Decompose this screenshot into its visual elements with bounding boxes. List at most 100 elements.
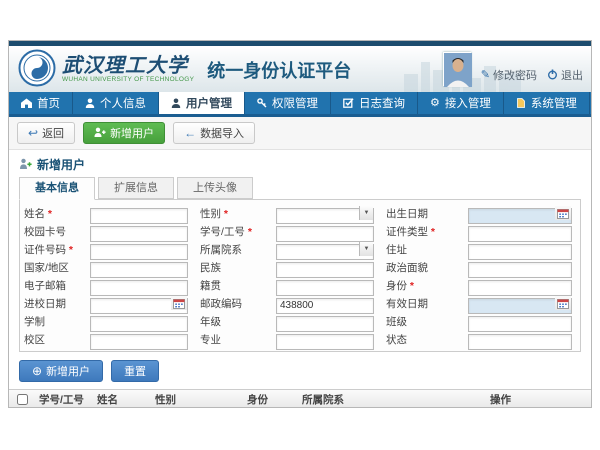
calendar-icon[interactable] <box>555 296 571 310</box>
university-logo <box>18 49 56 87</box>
add-user-icon <box>94 127 106 139</box>
field-label-id-type: 证件类型 <box>386 224 456 239</box>
column-gender: 性别 <box>151 392 243 407</box>
field-label-class: 班级 <box>386 314 456 329</box>
pencil-icon: ✎ <box>481 70 490 80</box>
calendar-icon[interactable] <box>555 206 571 220</box>
field-label-id-number: 证件号码 <box>24 242 78 257</box>
power-icon <box>547 69 558 82</box>
field-label-valid-date: 有效日期 <box>386 296 456 311</box>
results-table-header: 学号/工号 姓名 性别 身份 所属院系 操作 <box>9 389 591 408</box>
main-nav: 首页 个人信息 用户管理 权限管理 日志查询 ⚙ 接入管理 系统管理 订阅管理 <box>9 92 591 117</box>
field-label-native-place: 籍贯 <box>200 278 264 293</box>
field-label-campus-card: 校园卡号 <box>24 224 78 239</box>
document-icon <box>516 98 526 108</box>
nav-tab-home[interactable]: 首页 <box>9 92 73 114</box>
country-input[interactable] <box>90 262 188 278</box>
person-icon <box>85 98 95 108</box>
column-student-id: 学号/工号 <box>35 392 93 407</box>
column-identity: 身份 <box>243 392 298 407</box>
header: 武汉理工大学 WUHAN UNIVERSITY OF TECHNOLOGY 统一… <box>9 46 591 92</box>
back-button[interactable]: ↩ 返回 <box>17 122 75 144</box>
field-label-status: 状态 <box>386 332 456 347</box>
ethnicity-input[interactable] <box>276 262 374 278</box>
field-label-birth-date: 出生日期 <box>386 206 456 221</box>
address-input[interactable] <box>468 244 572 260</box>
chevron-down-icon[interactable]: ▼ <box>359 206 373 220</box>
field-label-political-status: 政治面貌 <box>386 260 456 275</box>
form-actions: ⊕ 新增用户 重置 <box>9 352 591 389</box>
logout-link[interactable]: 退出 <box>547 67 583 86</box>
home-icon <box>21 98 32 108</box>
grade-input[interactable] <box>276 316 374 332</box>
add-user-toolbar-button[interactable]: 新增用户 <box>83 122 165 144</box>
app-window: 武汉理工大学 WUHAN UNIVERSITY OF TECHNOLOGY 统一… <box>8 40 592 408</box>
import-arrow-icon: ← <box>184 128 196 139</box>
nav-tab-access-management[interactable]: ⚙ 接入管理 <box>418 92 504 114</box>
campus-input[interactable] <box>90 334 188 350</box>
field-label-department: 所属院系 <box>200 242 264 257</box>
student-id-input[interactable] <box>276 226 374 242</box>
select-all-checkbox[interactable] <box>17 394 28 405</box>
data-import-button[interactable]: ← 数据导入 <box>173 122 255 144</box>
basic-info-panel: 姓名 性别 ▼ 出生日期 校园卡号 学号/工号 证件类型 证件号码 所属院系 ▼… <box>19 199 581 352</box>
postal-code-input[interactable] <box>276 298 374 314</box>
field-label-country: 国家/地区 <box>24 260 78 275</box>
name-input[interactable] <box>90 208 188 224</box>
reset-button[interactable]: 重置 <box>111 360 159 382</box>
column-name: 姓名 <box>93 392 151 407</box>
chevron-down-icon[interactable]: ▼ <box>359 242 373 256</box>
checkbox-icon <box>343 98 354 108</box>
column-department: 所属院系 <box>298 392 486 407</box>
field-label-entry-date: 进校日期 <box>24 296 78 311</box>
major-input[interactable] <box>276 334 374 350</box>
change-password-link[interactable]: ✎ 修改密码 <box>481 67 537 86</box>
university-name-en: WUHAN UNIVERSITY OF TECHNOLOGY <box>62 76 194 83</box>
change-password-label: 修改密码 <box>493 67 537 83</box>
schooling-length-input[interactable] <box>90 316 188 332</box>
nav-tab-permission-management[interactable]: 权限管理 <box>245 92 331 114</box>
id-type-input[interactable] <box>468 226 572 242</box>
key-icon <box>257 98 267 108</box>
nav-tab-personal-info[interactable]: 个人信息 <box>73 92 159 114</box>
email-input[interactable] <box>90 280 188 296</box>
user-avatar[interactable] <box>443 52 471 86</box>
plus-circle-icon: ⊕ <box>32 366 42 377</box>
add-user-submit-button[interactable]: ⊕ 新增用户 <box>19 360 103 382</box>
tab-extended-info[interactable]: 扩展信息 <box>98 177 174 199</box>
identity-input[interactable] <box>468 280 572 296</box>
native-place-input[interactable] <box>276 280 374 296</box>
form-tabs: 基本信息 扩展信息 上传头像 <box>19 177 581 199</box>
back-arrow-icon: ↩ <box>28 128 38 139</box>
user-management-icon <box>171 98 181 108</box>
class-input[interactable] <box>468 316 572 332</box>
tab-basic-info[interactable]: 基本信息 <box>19 177 95 200</box>
column-operation: 操作 <box>486 392 591 407</box>
add-user-section-icon <box>19 158 32 172</box>
section-title: 新增用户 <box>37 156 85 173</box>
field-label-gender: 性别 <box>200 206 264 221</box>
university-name-cn: 武汉理工大学 <box>62 54 194 76</box>
calendar-icon[interactable] <box>171 296 187 310</box>
field-label-campus: 校区 <box>24 332 78 347</box>
nav-tab-user-management[interactable]: 用户管理 <box>159 92 245 114</box>
field-label-email: 电子邮箱 <box>24 278 78 293</box>
status-input[interactable] <box>468 334 572 350</box>
field-label-address: 住址 <box>386 242 456 257</box>
field-label-name: 姓名 <box>24 206 78 221</box>
nav-tab-system-management[interactable]: 系统管理 <box>504 92 590 114</box>
field-label-ethnicity: 民族 <box>200 260 264 275</box>
field-label-grade: 年级 <box>200 314 264 329</box>
campus-card-input[interactable] <box>90 226 188 242</box>
id-number-input[interactable] <box>90 244 188 260</box>
field-label-identity: 身份 <box>386 278 456 293</box>
political-status-input[interactable] <box>468 262 572 278</box>
field-label-postal-code: 邮政编码 <box>200 296 264 311</box>
nav-tab-subscription-management[interactable]: 订阅管理 <box>590 92 592 114</box>
field-label-student-id: 学号/工号 <box>200 224 264 239</box>
tab-upload-avatar[interactable]: 上传头像 <box>177 177 253 199</box>
toolbar: ↩ 返回 新增用户 ← 数据导入 <box>9 117 591 150</box>
nav-tab-log-query[interactable]: 日志查询 <box>331 92 418 114</box>
field-label-schooling-length: 学制 <box>24 314 78 329</box>
gear-icon: ⚙ <box>430 98 440 108</box>
